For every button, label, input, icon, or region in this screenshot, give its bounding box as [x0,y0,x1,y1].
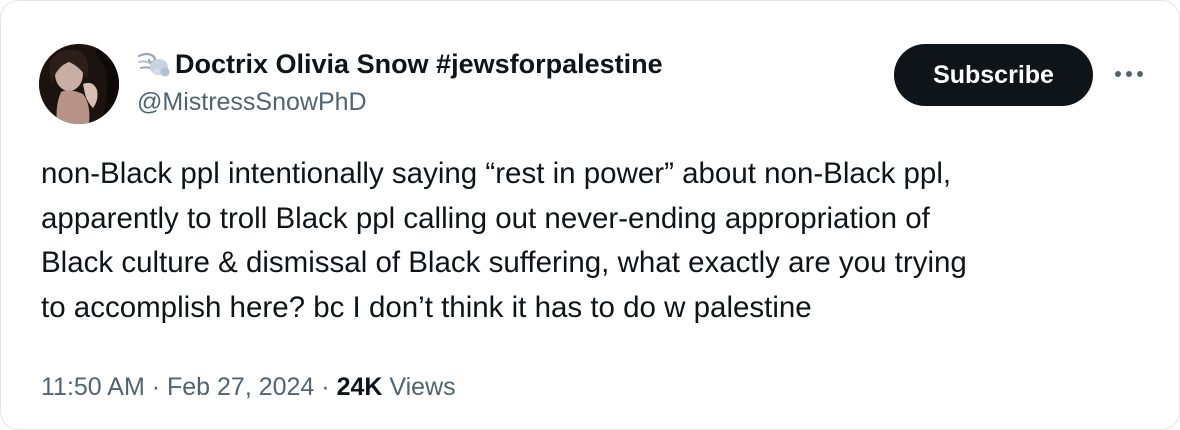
author-name-row[interactable]: Doctrix Olivia Snow #jewsforpalestine [137,47,663,81]
author-handle[interactable]: @MistressSnowPhD [137,87,367,117]
meta-separator: · [144,373,167,401]
avatar[interactable] [39,44,119,124]
wind-face-emoji-icon [137,50,171,78]
tweet-card: Doctrix Olivia Snow #jewsforpalestine @M… [0,0,1180,430]
tweet-text-line: non-Black ppl intentionally saying “rest… [41,157,952,190]
views-count: 24K [336,373,383,401]
views-label: Views [389,373,456,401]
tweet-time[interactable]: 11:50 AM [41,373,145,401]
tweet-text-line: apparently to troll Black ppl calling ou… [41,201,930,235]
tweet-text-line: to accomplish here? bc I don’t think it … [41,290,812,324]
tweet-text-line: Black culture & dismissal of Black suffe… [41,246,967,279]
tweet-text: non-Black ppl intentionally saying “rest… [41,152,1151,330]
tweet-meta: 11:50 AM · Feb 27, 2024 · 24K Views [41,370,456,404]
more-dots-icon[interactable] [1109,59,1149,89]
author-display-name[interactable]: Doctrix Olivia Snow #jewsforpalestine [175,47,663,81]
meta-separator: · [314,373,337,401]
subscribe-button[interactable]: Subscribe [894,44,1093,106]
tweet-date[interactable]: Feb 27, 2024 [167,373,314,401]
avatar-image [39,44,119,124]
